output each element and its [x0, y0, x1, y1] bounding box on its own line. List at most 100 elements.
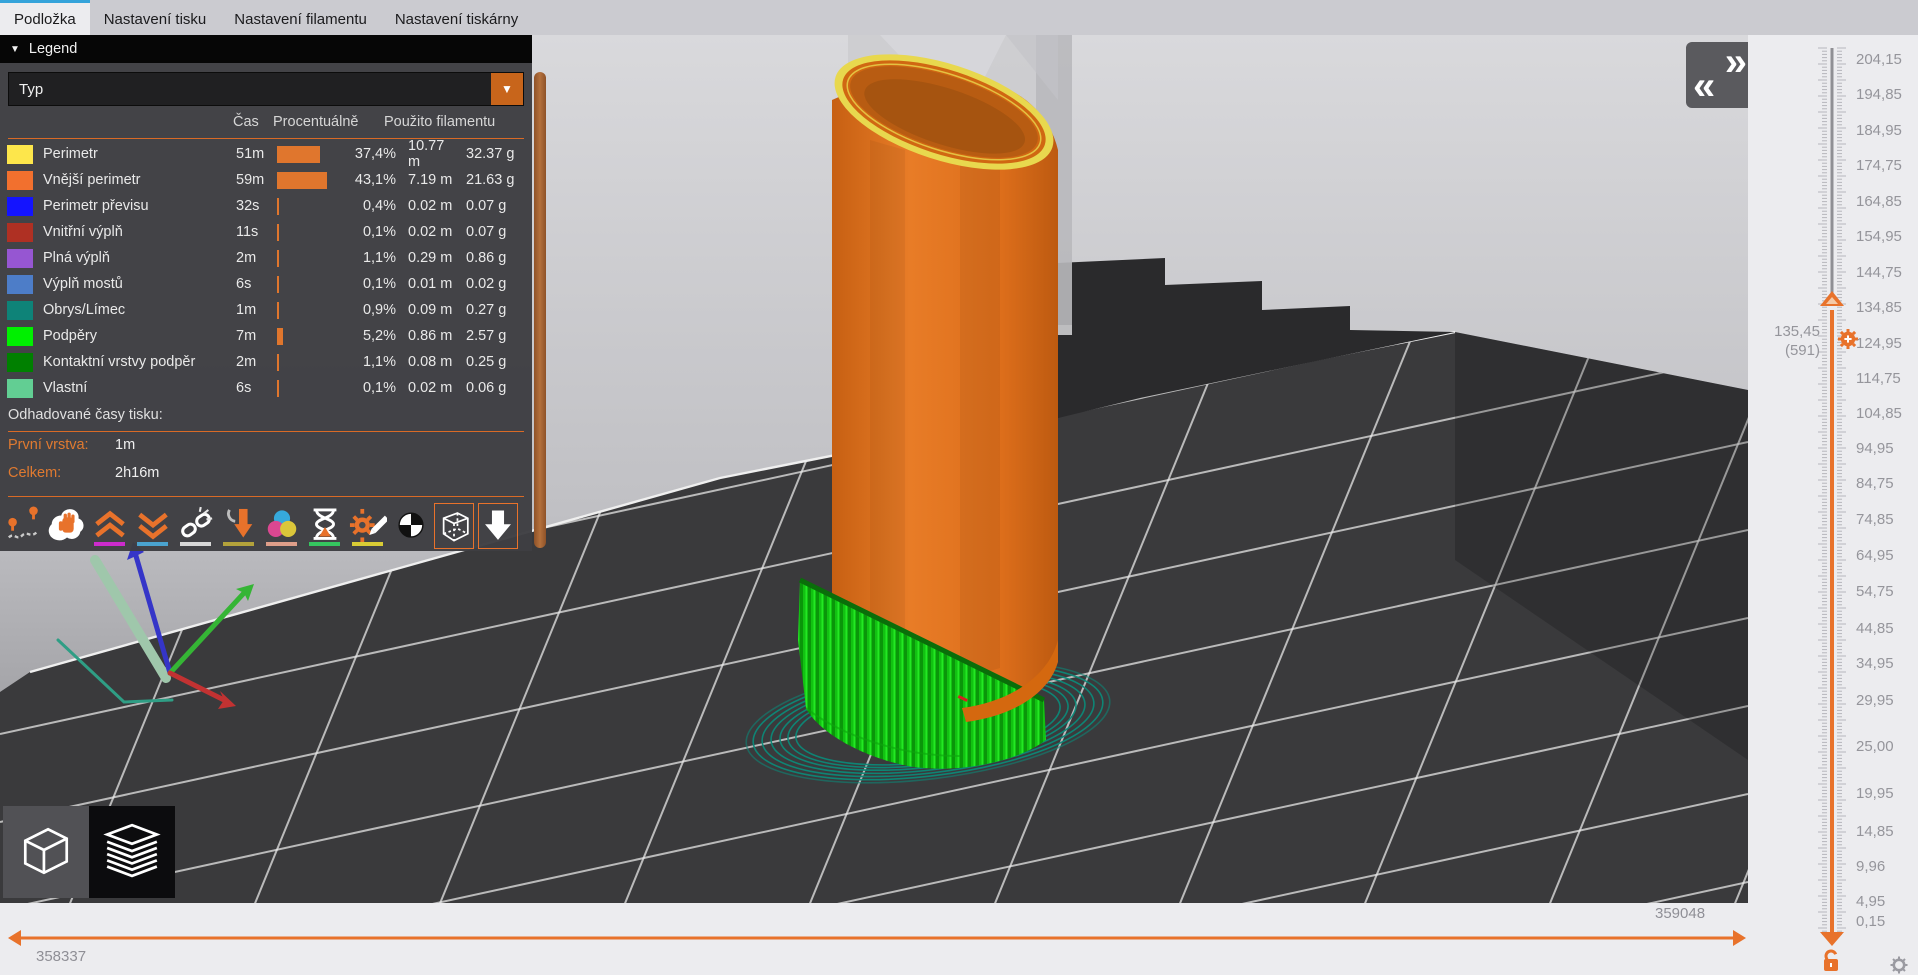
- feature-color-swatch: [7, 326, 33, 346]
- percent-bar-fill: [277, 171, 327, 189]
- tab-nastaven-tisku[interactable]: Nastavení tisku: [90, 0, 221, 35]
- retractions-button[interactable]: [88, 502, 131, 550]
- legend-header[interactable]: ▼ Legend: [0, 35, 532, 63]
- feature-length: 0.01 m: [408, 276, 453, 292]
- seams-button[interactable]: [174, 502, 217, 550]
- feature-weight: 0.25 g: [466, 354, 507, 370]
- moves-min-label: 358337: [36, 948, 87, 965]
- tab-podlo-ka[interactable]: Podložka: [0, 0, 90, 35]
- legend-toggle-button[interactable]: [478, 503, 518, 549]
- feature-percent: 0,1%: [362, 276, 396, 292]
- layer-height-tick-label: 25,00: [1856, 738, 1894, 755]
- legend-scrollbar[interactable]: [534, 72, 546, 548]
- layer-height-tick-label: 84,75: [1856, 475, 1894, 492]
- tab-nastaven-tisk-rny[interactable]: Nastavení tiskárny: [381, 0, 532, 35]
- shells-icon: [435, 505, 473, 547]
- total-value: 2h16m: [115, 465, 160, 481]
- feature-color-swatch: [7, 144, 33, 164]
- color-changes-button[interactable]: [260, 502, 303, 550]
- feature-percent: 0,1%: [362, 380, 396, 396]
- feature-weight: 0.07 g: [466, 224, 507, 240]
- percent-bar-fill: [277, 379, 279, 397]
- legend-row[interactable]: Vnitřní výplň 11s 0,1% 0.02 m 0.07 g: [0, 219, 532, 245]
- moves-slider-rail: 358337 359048: [0, 903, 1748, 975]
- tool-changes-button[interactable]: [217, 502, 260, 550]
- feature-time: 59m: [236, 172, 265, 188]
- legend-row[interactable]: Kontaktní vrstvy podpěr 2m 1,1% 0.08 m 0.25 …: [0, 349, 532, 375]
- feature-length: 0.02 m: [408, 380, 453, 396]
- layer-height-tick-label: 44,85: [1856, 620, 1894, 637]
- lock-icon[interactable]: [1820, 948, 1842, 975]
- legend-row[interactable]: Perimetr převisu 32s 0,4% 0.02 m 0.07 g: [0, 193, 532, 219]
- legend-row[interactable]: Plná výplň 2m 1,1% 0.29 m 0.86 g: [0, 245, 532, 271]
- center-of-gravity-button[interactable]: [389, 502, 432, 550]
- feature-time: 2m: [236, 354, 257, 370]
- layer-slider-bottom-thumb: [1820, 932, 1844, 946]
- feature-length: 0.02 m: [408, 198, 453, 214]
- feature-color-swatch: [7, 378, 33, 398]
- moves-slider[interactable]: [0, 903, 1748, 975]
- view-type-select[interactable]: Typ ▼: [8, 72, 524, 106]
- shells-button[interactable]: [434, 503, 474, 549]
- retractions-icon: [91, 506, 129, 546]
- layer-height-tick-label: 154,95: [1856, 228, 1902, 245]
- tab-nastaven-filamentu[interactable]: Nastavení filamentu: [220, 0, 381, 35]
- feature-time: 7m: [236, 328, 257, 344]
- percent-bar-fill: [277, 327, 283, 345]
- feature-weight: 0.06 g: [466, 380, 507, 396]
- dropdown-button[interactable]: ▼: [491, 73, 523, 105]
- settings-gear-icon[interactable]: [1890, 956, 1908, 975]
- feature-label: Vnitřní výplň: [43, 224, 123, 240]
- cube-outline-icon: [17, 821, 75, 884]
- feature-label: Podpěry: [43, 328, 98, 344]
- feature-percent: 0,9%: [362, 302, 396, 318]
- layer-height-tick-label: 204,15: [1856, 51, 1902, 68]
- legend-row[interactable]: Obrys/Límec 1m 0,9% 0.09 m 0.27 g: [0, 297, 532, 323]
- feature-time: 2m: [236, 250, 257, 266]
- tool-changes-icon: [220, 506, 258, 546]
- estimated-times-title: Odhadované časy tisku:: [8, 407, 163, 423]
- center-of-gravity-icon: [392, 505, 430, 547]
- feature-percent-bar: [277, 379, 329, 397]
- deretractions-underline: [137, 542, 168, 546]
- feature-time: 6s: [236, 276, 252, 292]
- retractions-underline: [94, 542, 125, 546]
- legend-row[interactable]: Podpěry 7m 5,2% 0.86 m 2.57 g: [0, 323, 532, 349]
- feature-time: 51m: [236, 146, 265, 162]
- feature-color-swatch: [7, 196, 33, 216]
- pause-prints-underline: [309, 542, 340, 546]
- seams-icon: [177, 506, 215, 546]
- travel-moves-button[interactable]: [2, 502, 45, 550]
- feature-percent: 1,1%: [362, 250, 396, 266]
- feature-length: 0.29 m: [408, 250, 453, 266]
- pause-prints-button[interactable]: [303, 502, 346, 550]
- feature-weight: 2.57 g: [466, 328, 507, 344]
- feature-label: Vlastní: [43, 380, 88, 396]
- collapse-sidebar-button[interactable]: » «: [1686, 42, 1748, 108]
- preview-view-button[interactable]: [89, 806, 175, 898]
- feature-weight: 0.86 g: [466, 250, 507, 266]
- feature-length: 7.19 m: [408, 172, 453, 188]
- percent-bar-fill: [277, 249, 279, 267]
- feature-length: 0.86 m: [408, 328, 453, 344]
- feature-weight: 32.37 g: [466, 146, 515, 162]
- feature-color-swatch: [7, 274, 33, 294]
- custom-gcodes-button[interactable]: [346, 502, 389, 550]
- deretractions-button[interactable]: [131, 502, 174, 550]
- 3d-editor-view-button[interactable]: [3, 806, 89, 898]
- view-type-value: Typ: [19, 80, 44, 98]
- legend-row[interactable]: Vlastní 6s 0,1% 0.02 m 0.06 g: [0, 375, 532, 401]
- legend-row[interactable]: Perimetr 51m 37,4% 10.77 m 32.37 g: [0, 138, 532, 170]
- layer-height-tick-label: 14,85: [1856, 823, 1894, 840]
- feature-label: Výplň mostů: [43, 276, 123, 292]
- feature-percent-bar: [277, 275, 329, 293]
- feature-length: 0.08 m: [408, 354, 453, 370]
- layer-height-tick-label: 134,85: [1856, 299, 1902, 316]
- legend-toggle-icon: [479, 505, 517, 547]
- wipe-moves-button[interactable]: [45, 502, 88, 550]
- feature-percent-bar: [277, 301, 329, 319]
- legend-row[interactable]: Výplň mostů 6s 0,1% 0.01 m 0.02 g: [0, 271, 532, 297]
- chevrons-right-icon: »: [1724, 40, 1747, 84]
- layer-height-tick-label: 174,75: [1856, 157, 1902, 174]
- legend-row[interactable]: Vnější perimetr 59m 43,1% 7.19 m 21.63 g: [0, 167, 532, 193]
